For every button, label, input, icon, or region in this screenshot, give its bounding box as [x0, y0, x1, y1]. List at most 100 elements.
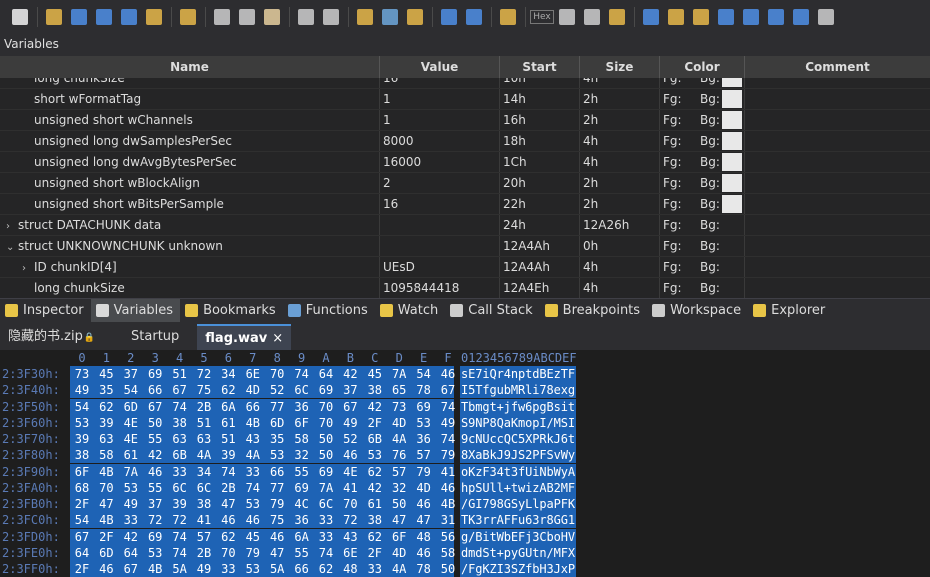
variable-color-cell[interactable]: Fg: Bg: [660, 278, 745, 298]
hex-byte[interactable]: 64 [119, 545, 143, 561]
hex-byte[interactable]: 74 [290, 366, 314, 382]
column-size[interactable]: Size [580, 56, 660, 78]
tab-call-stack[interactable]: Call Stack [445, 299, 539, 323]
hex-byte[interactable]: 6C [168, 480, 192, 496]
hex-byte[interactable]: 61 [119, 447, 143, 463]
copy-icon-button[interactable] [235, 6, 259, 28]
percent-icon-button[interactable] [739, 6, 763, 28]
variable-comment[interactable] [745, 110, 930, 130]
color-swatch[interactable] [722, 195, 742, 213]
hex-byte[interactable]: 6D [265, 415, 289, 431]
paragraph-icon-button[interactable] [555, 6, 579, 28]
hex-bytes[interactable]: 64 6D 64 53 74 2B 70 79 47 55 74 6E 2F 4D 46 58 [70, 544, 455, 561]
column-name[interactable]: Name [0, 56, 380, 78]
expand-toggle-icon[interactable]: › [22, 259, 34, 277]
hex-byte[interactable]: 70 [94, 480, 118, 496]
hex-row[interactable]: 2:3F70h: 39 63 4E 55 63 63 51 43 35 58 50 52 6B 4A 36 74… [0, 431, 930, 447]
hex-row[interactable]: 2:3F60h: 53 39 4E 50 38 51 61 4B 6D 6F 70 49 2F 4D 53 49… [0, 414, 930, 431]
hex-byte[interactable]: 7A [314, 480, 338, 496]
hex-byte[interactable]: 53 [143, 545, 167, 561]
hex-byte[interactable]: 79 [265, 496, 289, 512]
hex-byte[interactable]: 66 [241, 399, 265, 415]
hex-byte[interactable]: 46 [412, 545, 436, 561]
variable-row[interactable]: short wFormatTag 1 14h 2h Fg: Bg: [0, 89, 930, 110]
variable-color-cell[interactable]: Fg: Bg: [660, 173, 745, 193]
hex-byte[interactable]: 33 [314, 529, 338, 545]
hex-byte[interactable]: 79 [241, 545, 265, 561]
hex-byte[interactable]: 38 [192, 496, 216, 512]
hex-byte[interactable]: 67 [338, 399, 362, 415]
hex-byte[interactable]: 41 [436, 464, 460, 480]
hex-byte[interactable]: 74 [168, 399, 192, 415]
hex-byte[interactable]: 57 [192, 529, 216, 545]
histogram-icon-button[interactable] [714, 6, 738, 28]
undo-icon-button[interactable] [294, 6, 318, 28]
hex-byte[interactable]: 58 [436, 545, 460, 561]
hex-byte[interactable]: 74 [314, 545, 338, 561]
hex-byte[interactable]: 69 [412, 399, 436, 415]
hex-byte[interactable]: 6E [338, 545, 362, 561]
hex-byte[interactable]: 70 [314, 399, 338, 415]
hex-byte[interactable]: 4B [94, 512, 118, 528]
hex-byte[interactable]: 6C [314, 496, 338, 512]
hex-byte[interactable]: 6A [216, 399, 240, 415]
checksum-icon-button[interactable] [764, 6, 788, 28]
hex-byte[interactable]: 42 [143, 447, 167, 463]
variable-color-cell[interactable]: Fg: Bg: [660, 194, 745, 214]
hex-byte[interactable]: 76 [387, 447, 411, 463]
hex-byte[interactable]: 6E [241, 366, 265, 382]
hex-byte[interactable]: 49 [338, 415, 362, 431]
hex-byte[interactable]: 2B [192, 399, 216, 415]
hex-byte[interactable]: 6B [363, 431, 387, 447]
hex-byte[interactable]: 32 [290, 447, 314, 463]
hex-byte[interactable]: 66 [143, 382, 167, 398]
inspect-icon-button[interactable] [496, 6, 520, 28]
file-tab[interactable]: flag.wav × [197, 324, 292, 350]
hex-byte[interactable]: 4E [119, 431, 143, 447]
hex-byte[interactable]: 36 [412, 431, 436, 447]
variable-color-cell[interactable]: Fg: Bg: [660, 257, 745, 277]
hex-byte[interactable]: 55 [143, 431, 167, 447]
goto-icon-button[interactable] [437, 6, 461, 28]
tab-bookmarks[interactable]: Bookmarks [180, 299, 283, 323]
variable-value[interactable]: 16 [380, 194, 500, 214]
hex-byte[interactable]: 75 [265, 512, 289, 528]
hex-byte[interactable]: 79 [412, 464, 436, 480]
hex-byte[interactable]: 6F [290, 415, 314, 431]
hex-byte[interactable]: 38 [363, 512, 387, 528]
variable-color-cell[interactable]: Fg: Bg: [660, 131, 745, 151]
hex-byte[interactable]: 35 [265, 431, 289, 447]
hex-byte[interactable]: 2F [363, 545, 387, 561]
hex-byte[interactable]: 5A [168, 561, 192, 577]
variable-row[interactable]: long chunkSize 1095844418 12A4Eh 4h Fg: Bg: [0, 278, 930, 298]
variable-row[interactable]: › ID chunkID[4] UEsD 12A4Ah 4h Fg: Bg: [0, 257, 930, 278]
hex-byte[interactable]: 4D [241, 382, 265, 398]
variable-row[interactable]: unsigned short wChannels 1 16h 2h Fg: Bg: [0, 110, 930, 131]
color-swatch[interactable] [722, 132, 742, 150]
hex-byte[interactable]: 46 [338, 447, 362, 463]
hex-byte[interactable]: 45 [241, 529, 265, 545]
hex-byte[interactable]: 70 [216, 545, 240, 561]
hex-byte[interactable]: 38 [168, 415, 192, 431]
hex-row[interactable]: 2:3FC0h: 54 4B 33 72 72 41 46 46 75 36 33 72 38 47 47 31… [0, 512, 930, 529]
hex-byte[interactable]: 62 [216, 382, 240, 398]
hex-byte[interactable]: 33 [314, 512, 338, 528]
hex-byte[interactable]: 49 [436, 415, 460, 431]
hex-bytes[interactable]: 6F 4B 7A 46 33 34 74 33 66 55 69 4E 62 57 79 41 [70, 463, 455, 480]
variable-comment[interactable] [745, 131, 930, 151]
hex-byte[interactable]: 50 [314, 431, 338, 447]
hex-row[interactable]: 2:3FF0h: 2F 46 67 4B 5A 49 33 53 5A 66 62 48 33 4A 78 50… [0, 561, 930, 577]
hex-byte[interactable]: 56 [436, 529, 460, 545]
variable-color-cell[interactable]: Fg: Bg: [660, 152, 745, 172]
ascii-text[interactable]: /GI798GSyLlpaPFK [460, 496, 576, 512]
hex-byte[interactable]: 2F [363, 415, 387, 431]
hex-byte[interactable]: 51 [168, 366, 192, 382]
hex-byte[interactable]: 62 [94, 399, 118, 415]
hex-byte[interactable]: 66 [290, 561, 314, 577]
tab-variables[interactable]: Variables [90, 298, 181, 323]
more-icon-button[interactable] [814, 6, 838, 28]
hex-byte[interactable]: 66 [265, 464, 289, 480]
save-all-icon-button[interactable] [117, 6, 141, 28]
hex-byte[interactable]: 57 [412, 447, 436, 463]
find-in-files-icon-button[interactable] [403, 6, 427, 28]
